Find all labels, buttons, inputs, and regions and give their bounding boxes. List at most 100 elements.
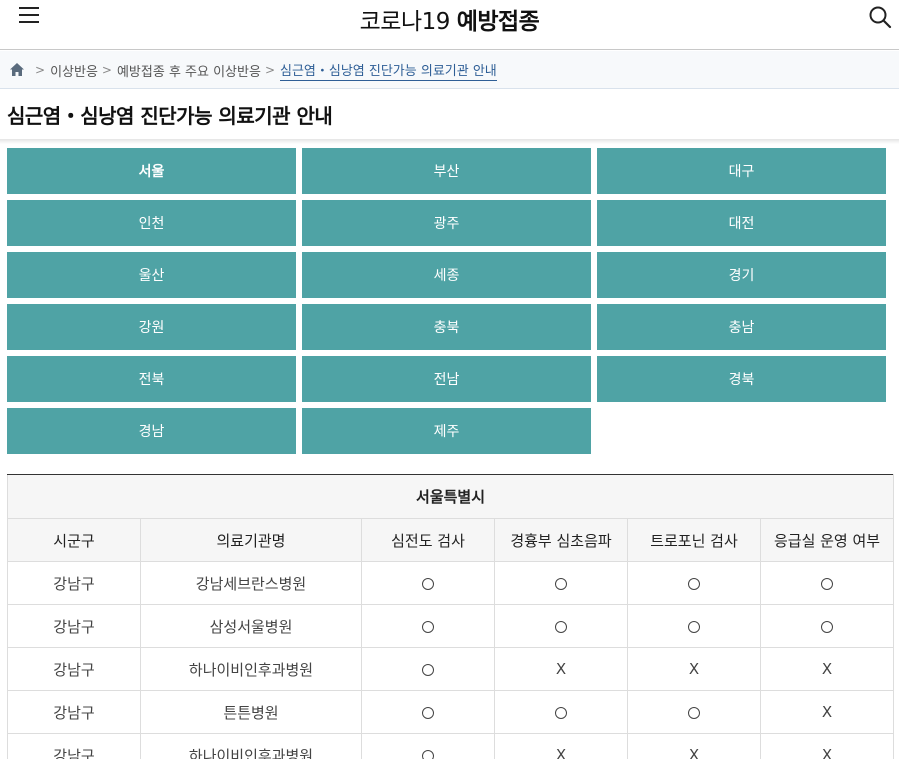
circle-mark-icon <box>821 620 834 633</box>
circle-mark-icon <box>555 620 567 633</box>
district-cell: 강남구 <box>7 733 141 759</box>
column-header: 의료기관명 <box>140 518 362 562</box>
column-header: 심전도 검사 <box>361 518 495 562</box>
home-icon[interactable] <box>9 62 25 77</box>
region-button[interactable]: 충남 <box>597 304 886 350</box>
breadcrumb-item-major-adverse[interactable]: 예방접종 후 주요 이상반응 <box>117 61 261 80</box>
region-button[interactable]: 대전 <box>597 200 886 246</box>
region-button[interactable]: 세종 <box>302 252 591 298</box>
chevron-right-icon: > <box>264 63 275 77</box>
site-title-bold: 예방접종 <box>456 9 540 35</box>
availability-cell <box>759 604 895 648</box>
breadcrumb-current[interactable]: 심근염・심낭염 진단가능 의료기관 안내 <box>280 60 497 81</box>
availability-cell <box>494 690 628 734</box>
availability-cell: X <box>759 690 895 734</box>
site-title[interactable]: 코로나19 예방접종 <box>0 2 899 36</box>
table-row: 강남구 하나이비인후과병원 X X X <box>7 647 895 691</box>
breadcrumb: > 이상반응 > 예방접종 후 주요 이상반응 > 심근염・심낭염 진단가능 의… <box>0 51 899 89</box>
column-header: 경흉부 심초음파 <box>494 518 628 562</box>
x-mark-icon: X <box>821 703 833 721</box>
table-caption: 서울특별시 <box>6 474 895 519</box>
table-row: 강남구 하나이비인후과병원 X X X <box>7 733 895 759</box>
circle-mark-icon <box>555 577 567 590</box>
region-button[interactable]: 경북 <box>597 356 886 402</box>
chevron-right-icon: > <box>101 63 112 77</box>
district-cell: 강남구 <box>7 690 141 734</box>
x-mark-icon: X <box>821 746 833 759</box>
availability-cell <box>361 604 495 648</box>
availability-cell <box>361 690 495 734</box>
circle-mark-icon <box>422 706 434 719</box>
region-button[interactable]: 울산 <box>7 252 296 298</box>
column-header: 시군구 <box>7 518 141 562</box>
region-button[interactable]: 서울 <box>7 148 296 194</box>
hospital-name-cell: 하나이비인후과병원 <box>140 733 362 759</box>
table-row: 강남구 강남세브란스병원 <box>7 561 895 605</box>
hospital-name-cell: 튼튼병원 <box>140 690 362 734</box>
region-button[interactable]: 강원 <box>7 304 296 350</box>
title-divider <box>0 139 899 144</box>
availability-cell: X <box>494 733 628 759</box>
hospital-name-cell: 강남세브란스병원 <box>140 561 362 605</box>
availability-cell: X <box>759 733 895 759</box>
search-icon[interactable] <box>868 5 892 29</box>
app-header: 코로나19 예방접종 <box>0 0 899 50</box>
availability-cell: X <box>627 647 761 691</box>
region-button[interactable]: 제주 <box>302 408 591 454</box>
circle-mark-icon <box>688 706 700 719</box>
circle-mark-icon <box>688 577 700 590</box>
availability-cell <box>494 604 628 648</box>
x-mark-icon: X <box>555 746 567 759</box>
region-button[interactable]: 부산 <box>302 148 591 194</box>
availability-cell <box>627 561 761 605</box>
region-button[interactable]: 전북 <box>7 356 296 402</box>
table-body: 강남구 강남세브란스병원 강남구 삼성서울병원 강남구 하나이비인후과병원 X X X 강남구 튼튼… <box>7 561 895 759</box>
availability-cell <box>494 561 628 605</box>
circle-mark-icon <box>422 577 434 590</box>
availability-cell <box>627 690 761 734</box>
region-button[interactable]: 전남 <box>302 356 591 402</box>
availability-cell <box>627 604 761 648</box>
region-button[interactable]: 대구 <box>597 148 886 194</box>
circle-mark-icon <box>688 620 700 633</box>
region-button[interactable]: 경남 <box>7 408 296 454</box>
x-mark-icon: X <box>688 660 700 678</box>
district-cell: 강남구 <box>7 561 141 605</box>
breadcrumb-items: > 이상반응 > 예방접종 후 주요 이상반응 > 심근염・심낭염 진단가능 의… <box>31 51 497 89</box>
region-button-grid: 서울 부산 대구인천 광주 대전울산 세종 경기강원 충북 충남전북 전남 경북경남 제주 <box>7 148 887 454</box>
availability-cell <box>759 561 895 605</box>
region-button[interactable]: 인천 <box>7 200 296 246</box>
x-mark-icon: X <box>821 660 833 678</box>
column-header: 트로포닌 검사 <box>627 518 761 562</box>
hospital-table: 서울특별시 시군구 의료기관명 심전도 검사 경흉부 심초음파 트로포닌 검사 응급실 운… <box>6 474 895 759</box>
x-mark-icon: X <box>688 746 700 759</box>
column-header: 응급실 운영 여부 <box>759 518 895 562</box>
availability-cell: X <box>759 647 895 691</box>
breadcrumb-item-adverse[interactable]: 이상반응 <box>50 61 98 80</box>
region-button[interactable]: 광주 <box>302 200 591 246</box>
x-mark-icon: X <box>555 660 567 678</box>
district-cell: 강남구 <box>7 604 141 648</box>
table-row: 강남구 튼튼병원 X <box>7 690 895 734</box>
availability-cell <box>361 733 495 759</box>
circle-mark-icon <box>821 577 834 590</box>
availability-cell: X <box>627 733 761 759</box>
availability-cell <box>361 647 495 691</box>
hospital-name-cell: 하나이비인후과병원 <box>140 647 362 691</box>
circle-mark-icon <box>422 749 434 759</box>
table-row: 강남구 삼성서울병원 <box>7 604 895 648</box>
table-header-row: 시군구 의료기관명 심전도 검사 경흉부 심초음파 트로포닌 검사 응급실 운영 여부 <box>7 518 895 562</box>
chevron-right-icon: > <box>35 63 46 77</box>
region-button[interactable]: 충북 <box>302 304 591 350</box>
hospital-name-cell: 삼성서울병원 <box>140 604 362 648</box>
availability-cell: X <box>494 647 628 691</box>
circle-mark-icon <box>422 620 434 633</box>
availability-cell <box>361 561 495 605</box>
page-title: 심근염・심낭염 진단가능 의료기관 안내 <box>7 104 333 128</box>
circle-mark-icon <box>422 663 434 676</box>
circle-mark-icon <box>555 706 567 719</box>
hospital-table-wrapper: 서울특별시 시군구 의료기관명 심전도 검사 경흉부 심초음파 트로포닌 검사 응급실 운… <box>6 474 895 759</box>
region-button[interactable]: 경기 <box>597 252 886 298</box>
district-cell: 강남구 <box>7 647 141 691</box>
site-title-normal: 코로나19 <box>359 9 451 35</box>
